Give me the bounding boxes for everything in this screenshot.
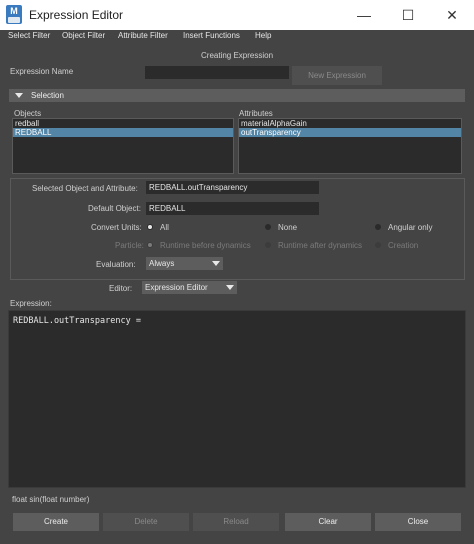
new-expression-button[interactable]: New Expression: [292, 66, 382, 85]
selection-title: Selection: [31, 91, 64, 100]
chevron-down-icon: [212, 261, 220, 266]
selected-object-attribute-field[interactable]: REDBALL.outTransparency: [146, 181, 319, 194]
convert-units-label: Convert Units:: [91, 223, 142, 232]
maximize-button[interactable]: ☐: [386, 0, 430, 30]
objects-label: Objects: [14, 109, 42, 118]
editor-label: Editor:: [109, 284, 133, 293]
menu-bar: Select Filter Object Filter Attribute Fi…: [0, 30, 474, 44]
list-item-selected[interactable]: REDBALL: [13, 128, 233, 137]
attributes-list[interactable]: materialAlphaGain outTransparency: [238, 118, 462, 174]
evaluation-dropdown[interactable]: Always: [146, 257, 223, 270]
editor-dropdown[interactable]: Expression Editor: [142, 281, 237, 294]
delete-button[interactable]: Delete: [103, 513, 189, 531]
menu-help[interactable]: Help: [255, 31, 271, 40]
particle-before-radio[interactable]: [147, 242, 153, 248]
particle-creation-label: Creation: [388, 241, 419, 250]
convert-all-label: All: [160, 223, 169, 232]
menu-select-filter[interactable]: Select Filter: [8, 31, 50, 40]
menu-attribute-filter[interactable]: Attribute Filter: [118, 31, 168, 40]
expression-text: REDBALL.outTransparency =: [13, 316, 141, 326]
minimize-button[interactable]: —: [342, 0, 386, 30]
expression-name-input[interactable]: [145, 66, 289, 79]
particle-creation-radio[interactable]: [375, 242, 381, 248]
expression-name-label: Expression Name: [10, 67, 74, 76]
menu-object-filter[interactable]: Object Filter: [62, 31, 105, 40]
title-bar: M Expression Editor — ☐ ✕: [0, 0, 474, 30]
clear-button[interactable]: Clear: [285, 513, 371, 531]
objects-list[interactable]: redball REDBALL: [12, 118, 234, 174]
editor-value: Expression Editor: [145, 283, 208, 292]
close-window-button[interactable]: ✕: [430, 0, 474, 30]
minimize-icon: —: [357, 7, 371, 23]
convert-all-radio[interactable]: [147, 224, 153, 230]
list-item[interactable]: materialAlphaGain: [239, 119, 461, 128]
evaluation-label: Evaluation:: [96, 260, 136, 269]
list-item-selected[interactable]: outTransparency: [239, 128, 461, 137]
window-title: Expression Editor: [29, 8, 124, 22]
maya-app-icon: M: [6, 5, 22, 24]
mode-label: Creating Expression: [201, 51, 274, 60]
attributes-label: Attributes: [239, 109, 273, 118]
maximize-icon: ☐: [401, 7, 415, 23]
chevron-down-icon: [226, 285, 234, 290]
selection-section-header[interactable]: Selection: [9, 89, 465, 102]
function-hint: float sin(float number): [12, 495, 90, 504]
close-icon: ✕: [446, 7, 458, 23]
convert-angular-radio[interactable]: [375, 224, 381, 230]
close-button[interactable]: Close: [375, 513, 461, 531]
menu-insert-functions[interactable]: Insert Functions: [183, 31, 240, 40]
convert-angular-label: Angular only: [388, 223, 433, 232]
expression-textarea[interactable]: REDBALL.outTransparency =: [8, 310, 466, 488]
evaluation-value: Always: [149, 259, 175, 268]
selected-object-attribute-label: Selected Object and Attribute:: [32, 184, 138, 193]
expression-label: Expression:: [10, 299, 52, 308]
default-object-label: Default Object:: [88, 204, 141, 213]
particle-label: Particle:: [115, 241, 144, 250]
particle-after-label: Runtime after dynamics: [278, 241, 363, 250]
convert-none-radio[interactable]: [265, 224, 271, 230]
collapse-triangle-icon: [15, 93, 23, 98]
default-object-field[interactable]: REDBALL: [146, 202, 319, 215]
particle-after-radio[interactable]: [265, 242, 271, 248]
convert-none-label: None: [278, 223, 298, 232]
create-button[interactable]: Create: [13, 513, 99, 531]
reload-button[interactable]: Reload: [193, 513, 279, 531]
list-item[interactable]: redball: [13, 119, 233, 128]
particle-before-label: Runtime before dynamics: [160, 241, 251, 250]
